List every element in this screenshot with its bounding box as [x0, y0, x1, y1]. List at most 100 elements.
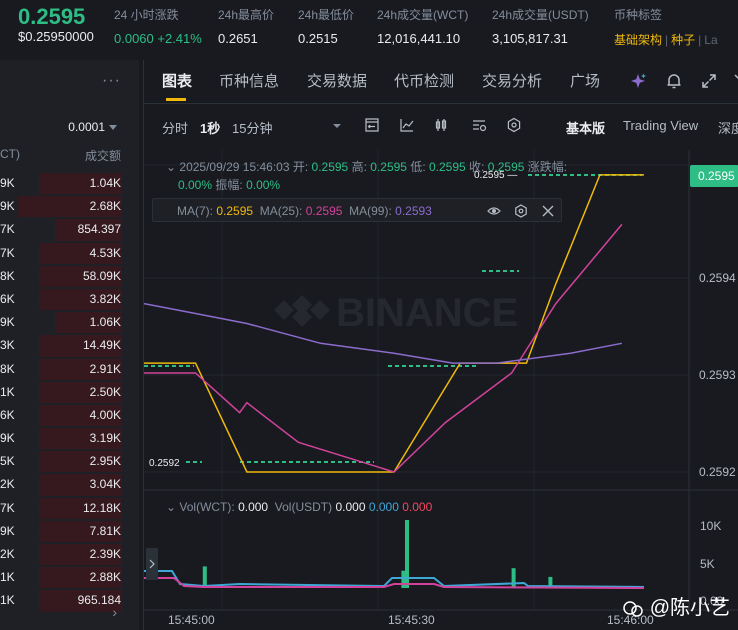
ohlc-info: ⌄ 2025/09/29 15:46:03 开: 0.2595 高: 0.259…	[166, 160, 568, 174]
candlestick-icon[interactable]	[434, 117, 450, 133]
tab-trade-data[interactable]: 交易数据	[307, 70, 367, 91]
table-row[interactable]: 6K 4.00K	[0, 404, 139, 427]
table-row[interactable]: 9K 3.19K	[0, 427, 139, 450]
view-depth[interactable]: 深度	[718, 118, 738, 137]
table-row[interactable]: 7K 12.18K	[0, 497, 139, 520]
price-chart[interactable]: BINANCE 0.2594 0.2593 0.2592 10K 5K 0.00…	[144, 150, 738, 630]
amount-cell: 2K	[0, 477, 15, 492]
ohlc-info-line2: 0.00% 振幅: 0.00%	[178, 178, 281, 192]
amount-cell: 9K	[0, 199, 15, 214]
chevron-right-icon[interactable]: ›	[112, 604, 117, 620]
table-row[interactable]: 7K 854.397	[0, 218, 139, 241]
table-row[interactable]: 8K 2.91K	[0, 358, 139, 381]
total-cell: 2.68K	[89, 199, 121, 214]
volume-bar	[511, 568, 516, 588]
watermark-username: @陈小艺	[649, 597, 730, 619]
amount-cell: 2K	[0, 547, 15, 561]
column-header-amount: CT)	[0, 147, 20, 161]
price-tick: 0.2592	[699, 465, 736, 479]
chevron-down-icon	[109, 125, 117, 131]
settings-icon[interactable]	[514, 204, 528, 218]
total-cell: 1.04K	[89, 176, 121, 190]
coin-tag[interactable]: La	[704, 33, 717, 47]
stat-24h-volume-usdt: 24h成交量(USDT) 3,105,817.31	[492, 6, 589, 46]
time-axis: 15:45:00 15:45:30 15:46:00	[168, 613, 654, 627]
table-row[interactable]: 6K 3.82K	[0, 288, 139, 311]
price-axis: 0.2594 0.2593 0.2592 10K 5K 0.00	[699, 271, 736, 608]
user-watermark: @陈小艺	[622, 591, 730, 620]
chart-toolbar: 分时 1秒 15分钟 基本版 Trading View 深度	[144, 106, 738, 146]
total-cell: 2.88K	[89, 570, 121, 585]
scroll-handle[interactable]	[146, 548, 158, 580]
interval-15m[interactable]: 15分钟	[232, 118, 272, 137]
order-book-rows: 9K 1.04K 9K 2.68K 7K 854.397 7K 4.53K 8K 58.09K 6K…	[0, 172, 139, 613]
candle-date: 2025/09/29 15:46:03	[179, 160, 290, 174]
table-row[interactable]: 8K 58.09K	[0, 265, 139, 288]
total-cell: 12.18K	[82, 500, 121, 515]
stat-24h-change: 24 小时涨跌 0.0060 +2.41%	[114, 6, 202, 46]
wechat-icon	[623, 600, 643, 617]
chart-area[interactable]: BINANCE 0.2594 0.2593 0.2592 10K 5K 0.00…	[144, 150, 738, 630]
total-cell: 2.95K	[89, 454, 121, 469]
table-row[interactable]: 2K 2.39K	[0, 543, 139, 566]
amount-cell: 3K	[0, 338, 15, 353]
amount-cell: 9K	[0, 523, 15, 538]
table-row[interactable]: 1K 2.88K	[0, 566, 139, 589]
series-line-ma7	[144, 223, 623, 473]
indicator-settings-icon[interactable]	[471, 117, 487, 133]
volume-bar	[401, 570, 406, 588]
stat-24h-high: 24h最高价 0.2651	[218, 6, 274, 46]
tick-size-select[interactable]: 0.0001	[68, 120, 117, 134]
bell-icon[interactable]	[665, 72, 683, 90]
interval-1s[interactable]: 1秒	[200, 118, 220, 137]
total-cell: 1.06K	[89, 315, 121, 330]
stat-label: 24 小时涨跌	[114, 8, 179, 22]
close-icon[interactable]	[541, 204, 555, 218]
total-cell: 2.50K	[89, 384, 121, 399]
stat-label: 24h成交量(WCT)	[377, 8, 469, 22]
stat-label: 24h最高价	[218, 8, 275, 22]
table-row[interactable]: 9K 2.68K	[0, 195, 139, 218]
total-cell: 4.00K	[89, 407, 121, 422]
amount-cell: 9K	[0, 315, 15, 330]
table-row[interactable]: 3K 14.49K	[0, 334, 139, 357]
chevron-down-icon[interactable]	[332, 121, 342, 131]
tab-trade-analysis[interactable]: 交易分析	[482, 70, 542, 91]
total-cell: 2.39K	[89, 547, 121, 561]
tab-square[interactable]: 广场	[570, 70, 600, 91]
ai-sparkle-icon[interactable]	[629, 72, 647, 90]
table-row[interactable]: 7K 4.53K	[0, 242, 139, 265]
table-row[interactable]: 2K 3.04K	[0, 473, 139, 496]
last-price: 0.2595	[18, 4, 86, 29]
view-basic[interactable]: 基本版	[566, 118, 605, 137]
close-icon[interactable]	[732, 72, 738, 90]
settings-hexagon-icon[interactable]	[506, 117, 522, 133]
indicator-template-icon[interactable]	[364, 117, 380, 133]
column-header-total: 成交额	[84, 149, 121, 163]
table-row[interactable]: 9K 7.81K	[0, 520, 139, 543]
chart-tabs: 图表 币种信息 交易数据 代币检测 交易分析 广场	[144, 60, 738, 104]
ma-legend: MA(7): 0.2595 MA(25): 0.2595 MA(99): 0.2…	[152, 198, 562, 222]
tab-coin-info[interactable]: 币种信息	[219, 70, 279, 91]
line-chart-icon[interactable]	[399, 117, 415, 133]
tab-token-check[interactable]: 代币检测	[394, 70, 454, 91]
coin-tag[interactable]: 种子	[671, 33, 695, 47]
active-tab-indicator	[166, 98, 186, 101]
tab-chart[interactable]: 图表	[162, 70, 192, 91]
total-cell: 2.91K	[89, 361, 121, 376]
coin-tag[interactable]: 基础架构	[614, 33, 662, 47]
table-row[interactable]: 9K 1.04K	[0, 172, 139, 195]
table-row[interactable]: 9K 1.06K	[0, 311, 139, 334]
more-options-icon[interactable]: ···	[102, 72, 121, 90]
table-row[interactable]: 5K 2.95K	[0, 450, 139, 473]
total-cell: 3.19K	[89, 431, 121, 446]
amount-cell: 5K	[0, 454, 15, 469]
interval-time-sharing[interactable]: 分时	[162, 118, 188, 137]
total-cell: 3.82K	[89, 291, 121, 306]
eye-icon[interactable]	[487, 204, 501, 218]
table-row[interactable]: 1K 965.184	[0, 589, 139, 612]
coin-tag-list: 基础架构 | 种子 | La	[614, 33, 718, 47]
expand-icon[interactable]	[700, 72, 718, 90]
view-tradingview[interactable]: Trading View	[623, 118, 698, 133]
table-row[interactable]: 1K 2.50K	[0, 381, 139, 404]
